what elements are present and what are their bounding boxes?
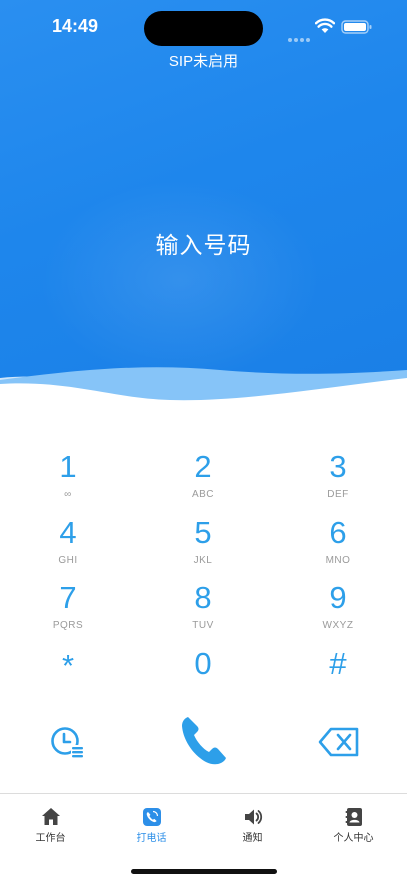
- key-digit: 5: [194, 515, 212, 550]
- call-history-icon: [51, 727, 84, 759]
- key-star[interactable]: *: [18, 649, 118, 711]
- key-digit: 0: [194, 646, 212, 681]
- tab-label: 通知: [242, 833, 263, 844]
- key-digit: #: [329, 646, 347, 681]
- status-bar: 14:49: [0, 0, 407, 56]
- tab-workbench[interactable]: 工作台: [0, 794, 101, 854]
- key-letters: WXYZ: [322, 620, 354, 631]
- key-letters: MNO: [325, 555, 351, 566]
- key-0[interactable]: 0: [153, 647, 253, 709]
- key-9[interactable]: 9 WXYZ: [288, 581, 388, 643]
- key-8[interactable]: 8 TUV: [153, 581, 253, 643]
- key-3[interactable]: 3 DEF: [288, 450, 388, 512]
- backspace-icon: [318, 727, 359, 757]
- speaker-icon: [245, 809, 263, 825]
- cellular-signal-icon: [288, 29, 312, 47]
- tab-notifications[interactable]: 通知: [202, 794, 303, 854]
- key-4[interactable]: 4 GHI: [18, 516, 118, 578]
- key-letters: GHI: [58, 555, 78, 566]
- key-letters: JKL: [193, 555, 213, 566]
- key-digit: *: [61, 648, 75, 683]
- status-time: 14:49: [52, 16, 99, 36]
- tab-call[interactable]: 打电话: [101, 794, 202, 854]
- key-2[interactable]: 2 ABC: [153, 450, 253, 512]
- tab-label: 工作台: [35, 833, 66, 844]
- key-letters: TUV: [192, 620, 214, 631]
- key-digit: 9: [329, 580, 347, 615]
- phone-icon: [182, 717, 226, 765]
- key-letters: DEF: [327, 489, 349, 500]
- phone-app-icon: [143, 808, 161, 826]
- tab-label: 打电话: [136, 833, 167, 844]
- call-button[interactable]: [180, 714, 228, 771]
- delete-button[interactable]: [318, 727, 360, 762]
- key-digit: 8: [194, 580, 212, 615]
- key-letters: ∞: [64, 489, 72, 500]
- key-6[interactable]: 6 MNO: [288, 516, 388, 578]
- key-5[interactable]: 5 JKL: [153, 516, 253, 578]
- key-7[interactable]: 7 PQRS: [18, 581, 118, 643]
- home-icon: [42, 808, 60, 825]
- key-letters: PQRS: [52, 620, 84, 631]
- wifi-icon: [315, 18, 335, 33]
- key-hash[interactable]: #: [288, 647, 388, 709]
- tab-label: 个人中心: [333, 833, 374, 844]
- sip-status-label: SIP未启用: [168, 53, 239, 70]
- key-digit: 3: [329, 449, 347, 484]
- home-indicator: [131, 869, 277, 874]
- contact-book-icon: [345, 808, 362, 826]
- key-letters: ABC: [191, 489, 215, 500]
- dynamic-island: [144, 11, 263, 46]
- key-digit: 2: [194, 449, 212, 484]
- key-digit: 1: [59, 449, 77, 484]
- battery-icon: [341, 20, 372, 34]
- call-history-button[interactable]: [50, 725, 86, 764]
- key-1[interactable]: 1 ∞: [18, 450, 118, 512]
- number-display: 输入号码: [155, 232, 252, 258]
- key-digit: 6: [329, 515, 347, 550]
- key-digit: 4: [59, 515, 77, 550]
- tab-profile[interactable]: 个人中心: [303, 794, 404, 854]
- key-digit: 7: [59, 580, 77, 615]
